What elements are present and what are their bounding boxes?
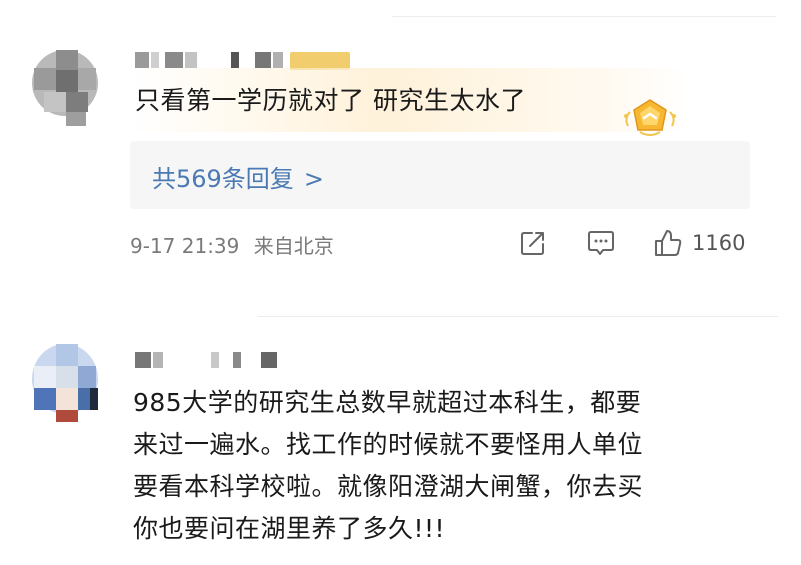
username-pixelated[interactable] xyxy=(135,52,355,70)
comment-text: 只看第一学历就对了 研究生太水了 xyxy=(135,80,526,122)
comment-line: 985大学的研究生总数早就超过本科生，都要 xyxy=(133,388,642,417)
replies-count-text[interactable]: 共569条回复 xyxy=(152,165,294,193)
comment-meta: 9-17 21:39 来自北京 xyxy=(130,230,334,259)
comment-line: 来过一遍水。找工作的时候就不要怪用人单位 xyxy=(133,430,644,459)
username-pixelated[interactable] xyxy=(135,352,295,368)
like-button[interactable]: 1160 xyxy=(652,226,745,260)
comment-icon xyxy=(588,231,614,255)
view-replies-link[interactable]: 共569条回复 > xyxy=(152,159,324,194)
replies-panel[interactable]: 共569条回复 > xyxy=(130,141,750,209)
comment-divider xyxy=(258,316,778,317)
comment-line: 只看第一学历就对了 研究生太水了 xyxy=(135,86,526,115)
comment-date: 9-17 21:39 xyxy=(130,234,240,258)
comment-line: 要看本科学校啦。就像阳澄湖大闸蟹，你去买 xyxy=(133,472,644,501)
comment-text: 985大学的研究生总数早就超过本科生，都要 来过一遍水。找工作的时候就不要怪用人… xyxy=(133,382,643,550)
reply-button[interactable] xyxy=(585,226,617,260)
chevron-right-icon: > xyxy=(303,165,324,193)
like-icon xyxy=(655,230,682,256)
top-divider xyxy=(392,16,776,17)
comment-location: 来自北京 xyxy=(253,234,334,258)
avatar-pixelated[interactable] xyxy=(20,336,110,426)
share-button[interactable] xyxy=(518,226,548,260)
achievement-badge-icon xyxy=(624,99,676,136)
comment-line: 你也要问在湖里养了多久!!! xyxy=(133,514,446,543)
share-icon xyxy=(521,232,544,255)
like-count: 1160 xyxy=(692,231,746,255)
avatar-pixelated[interactable] xyxy=(20,38,110,128)
